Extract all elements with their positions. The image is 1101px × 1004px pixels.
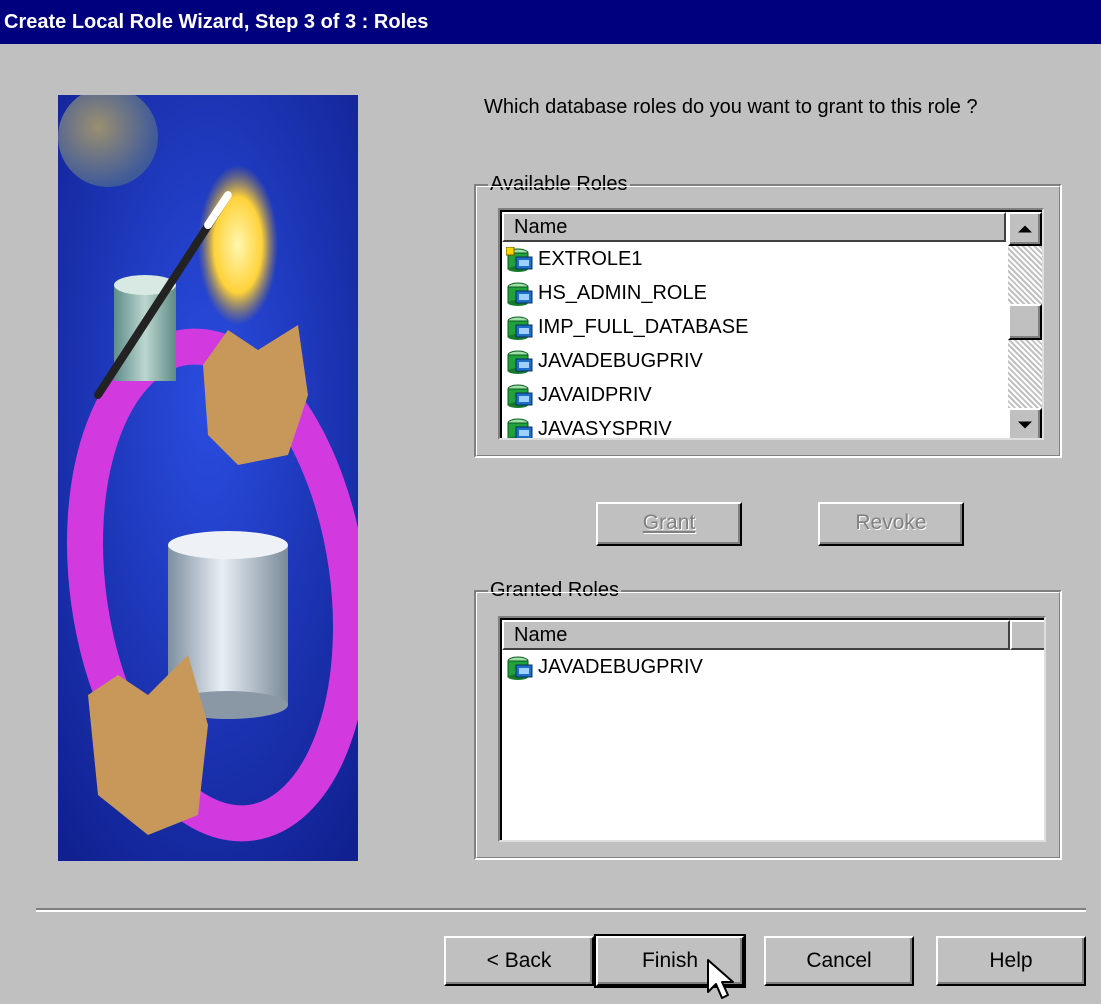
- revoke-button-label: Revoke: [855, 511, 927, 534]
- scroll-down-button[interactable]: [1008, 408, 1042, 438]
- help-button[interactable]: Help: [936, 936, 1086, 986]
- available-list-item[interactable]: IMP_FULL_DATABASE: [506, 310, 748, 344]
- role-icon: [506, 656, 538, 680]
- scroll-up-arrow-icon: [1018, 225, 1032, 233]
- granted-roles-legend: Granted Roles: [488, 578, 621, 602]
- available-item-label: JAVAIDPRIV: [538, 384, 652, 406]
- available-roles-scrollbar[interactable]: [1008, 212, 1042, 438]
- scroll-up-button[interactable]: [1008, 212, 1042, 246]
- wizard-illustration: [58, 95, 358, 861]
- available-list-item[interactable]: JAVADEBUGPRIV: [506, 344, 703, 378]
- cancel-button-label: Cancel: [806, 949, 872, 972]
- role-icon: [506, 282, 538, 306]
- granted-name-column-header[interactable]: Name: [502, 620, 1010, 650]
- external-role-icon: [506, 246, 538, 272]
- available-item-label: EXTROLE1: [538, 248, 643, 270]
- granted-roles-group: Granted Roles Name JAVADEBUGPRIV: [474, 578, 1062, 860]
- scroll-down-arrow-icon: [1018, 421, 1032, 429]
- grant-button[interactable]: Grant: [596, 502, 742, 546]
- available-item-label: HS_ADMIN_ROLE: [538, 282, 707, 304]
- mouse-pointer-icon: [707, 959, 734, 999]
- available-item-label: JAVADEBUGPRIV: [538, 350, 703, 372]
- role-icon: [506, 350, 538, 374]
- scroll-thumb[interactable]: [1008, 304, 1042, 340]
- finish-button-label: Finish: [641, 949, 699, 972]
- role-icon: [506, 316, 538, 340]
- available-list-item[interactable]: HS_ADMIN_ROLE: [506, 276, 707, 310]
- available-roles-list[interactable]: Name EXTROLE1 HS_ADMIN_ROLE IMP_FULL_DATAB…: [498, 208, 1044, 440]
- available-list-item[interactable]: EXTROLE1: [506, 242, 642, 276]
- granted-item-label: JAVADEBUGPRIV: [538, 656, 703, 678]
- available-roles-legend: Available Roles: [488, 172, 630, 196]
- available-list-item[interactable]: JAVASYSPRIV: [506, 412, 672, 440]
- available-item-label: JAVASYSPRIV: [538, 418, 672, 440]
- granted-list-item[interactable]: JAVADEBUGPRIV: [506, 650, 703, 684]
- cancel-button[interactable]: Cancel: [764, 936, 914, 986]
- revoke-button[interactable]: Revoke: [818, 502, 964, 546]
- available-name-column-header[interactable]: Name: [502, 212, 1006, 242]
- help-button-label: Help: [989, 949, 1033, 972]
- available-roles-group: Available Roles Name EXTROLE1 HS_ADMIN_RO…: [474, 172, 1062, 458]
- question-text: Which database roles do you want to gran…: [484, 96, 978, 118]
- role-icon: [506, 418, 538, 438]
- grant-button-label: Grant: [642, 511, 696, 534]
- role-icon: [506, 384, 538, 408]
- window-title: Create Local Role Wizard, Step 3 of 3 : …: [0, 0, 1101, 44]
- granted-filler-column-header: [1010, 620, 1044, 650]
- available-list-item[interactable]: JAVAIDPRIV: [506, 378, 652, 412]
- back-button[interactable]: < Back: [444, 936, 594, 986]
- footer-separator: [36, 908, 1086, 912]
- granted-roles-list[interactable]: Name JAVADEBUGPRIV: [498, 616, 1046, 842]
- available-item-label: IMP_FULL_DATABASE: [538, 316, 749, 338]
- back-button-label: < Back: [486, 949, 552, 972]
